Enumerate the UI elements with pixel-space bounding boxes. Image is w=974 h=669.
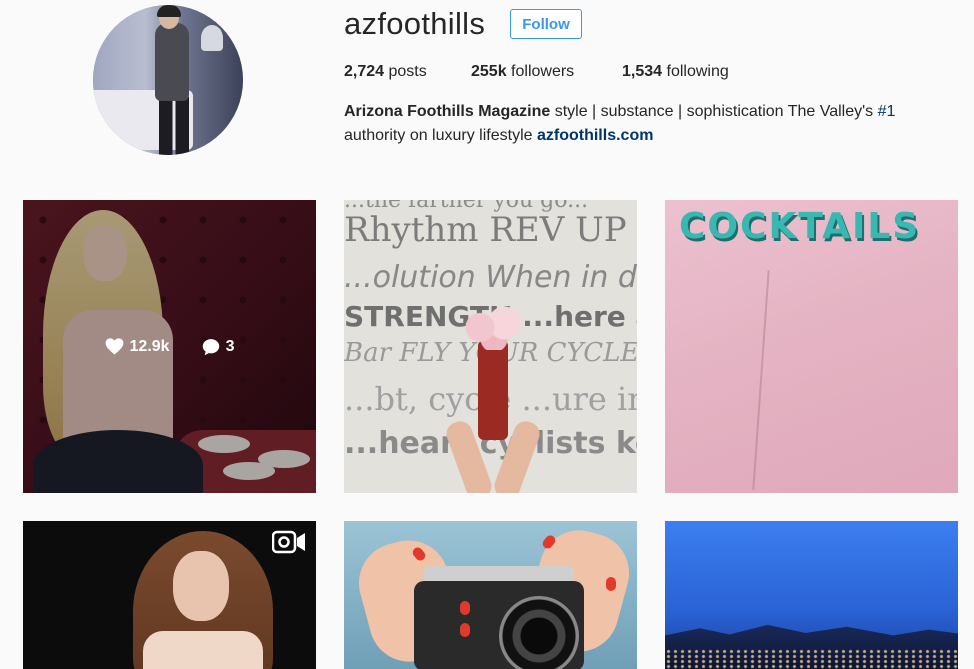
avatar-figure-legs (159, 97, 189, 155)
poster-text-line: Rhythm REV UP YOUR (344, 210, 637, 250)
bio-hashtag[interactable]: #1 (878, 103, 896, 120)
post-thumbnail-4[interactable] (23, 521, 316, 669)
post-thumbnail-1[interactable]: 12.9k 3 (23, 200, 316, 493)
heart-icon (105, 338, 123, 355)
avatar-lamp (201, 25, 223, 51)
model-face (173, 551, 229, 621)
following-label: following (666, 63, 729, 80)
water-bottle (478, 340, 508, 440)
profile-bio: Arizona Foothills Magazine style | subst… (344, 100, 924, 148)
followers-stat[interactable]: 255k followers (471, 62, 574, 82)
cocktails-sign: COCKTAILS (679, 206, 921, 247)
avatar-figure-body (155, 23, 189, 101)
followers-count: 255k (471, 63, 507, 80)
posts-count: 2,724 (344, 63, 385, 80)
bio-full-name: Arizona Foothills Magazine (344, 103, 551, 120)
red-fingernail (460, 623, 470, 637)
profile-username: azfoothills (344, 6, 486, 41)
red-fingernail (606, 577, 616, 591)
comments-count-group: 3 (202, 337, 235, 356)
posts-label: posts (388, 63, 427, 80)
following-count: 1,534 (622, 63, 663, 80)
followers-label: followers (511, 63, 575, 80)
likes-count-group: 12.9k (105, 338, 170, 356)
model-top (143, 631, 263, 669)
following-stat[interactable]: 1,534 following (622, 62, 729, 82)
red-fingernail (460, 601, 470, 615)
comments-count: 3 (225, 337, 235, 355)
post-thumbnail-6[interactable] (665, 521, 958, 669)
post-thumbnail-5[interactable] (344, 521, 637, 669)
follow-button[interactable]: Follow (510, 9, 582, 39)
post-thumbnail-3[interactable]: COCKTAILS (665, 200, 958, 493)
posts-stat: 2,724 posts (344, 62, 427, 82)
avatar-figure-hair (157, 5, 181, 17)
flower-bouquet (459, 305, 529, 350)
bio-text: style | substance | sophistication The V… (554, 103, 874, 120)
profile-avatar[interactable] (93, 5, 243, 155)
post-thumbnail-2[interactable]: ...the farther you go... Rhythm REV UP Y… (344, 200, 637, 493)
likes-count: 12.9k (129, 337, 170, 355)
camera-lens (499, 596, 579, 669)
video-camera-icon (272, 530, 305, 554)
bio-text-2: authority on luxury lifestyle (344, 127, 533, 144)
poster-text-line: ...olution When in doubt (344, 260, 637, 295)
city-lights (665, 649, 958, 669)
post-hover-overlay: 12.9k 3 (23, 200, 316, 493)
bio-website-link[interactable]: azfoothills.com (537, 127, 653, 144)
comment-icon (202, 338, 219, 355)
